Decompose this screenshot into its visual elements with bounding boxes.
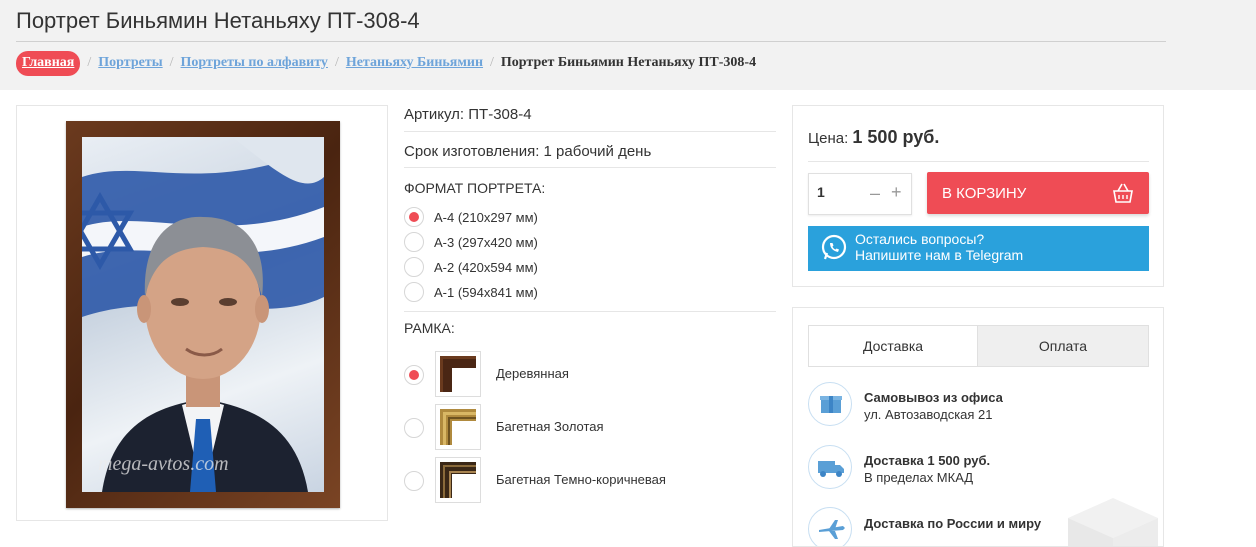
portrait-illustration <box>82 137 324 492</box>
divider <box>404 167 776 168</box>
shipping-box: Доставка Оплата Самовывоз из офиса ул. А… <box>792 307 1164 547</box>
telegram-contact-button[interactable]: Остались вопросы? Напишите нам в Telegra… <box>808 226 1149 271</box>
format-label-a1[interactable]: А-1 (594x841 мм) <box>434 285 538 300</box>
frame-label: РАМКА: <box>404 320 455 336</box>
frame-option-wood[interactable]: Деревянная <box>496 366 569 381</box>
quantity-stepper: – + <box>808 173 912 215</box>
breadcrumb-separator: / <box>334 55 339 70</box>
format-radio-a1[interactable] <box>404 282 424 302</box>
format-radio-a4[interactable] <box>404 207 424 227</box>
frame-radio-dark-brown[interactable] <box>404 471 424 491</box>
divider <box>404 131 776 132</box>
add-to-cart-label: В КОРЗИНУ <box>942 185 1027 202</box>
portrait-frame[interactable]: mega-avtos.com <box>66 121 340 508</box>
frame-option-dark-brown[interactable]: Багетная Темно-коричневая <box>496 472 666 487</box>
article-number: Артикул: ПТ-308-4 <box>404 106 532 123</box>
frame-radio-gold[interactable] <box>404 418 424 438</box>
breadcrumb-current: Портрет Биньямин Нетаньяху ПТ-308-4 <box>500 55 757 70</box>
breadcrumb-link-portraits[interactable]: Портреты <box>98 55 162 71</box>
add-to-cart-button[interactable]: В КОРЗИНУ <box>927 172 1149 214</box>
frame-radio-wood[interactable] <box>404 365 424 385</box>
truck-icon <box>808 445 852 489</box>
title-divider <box>16 41 1166 42</box>
shipping-option-subtitle: В пределах МКАД <box>864 470 974 485</box>
plane-icon <box>808 507 852 546</box>
frame-swatch-wood-image <box>440 356 476 392</box>
shipping-option-title: Самовывоз из офиса <box>864 390 1003 405</box>
format-label-a4[interactable]: А-4 (210x297 мм) <box>434 210 538 225</box>
price-label: Цена: <box>808 130 849 147</box>
breadcrumb-separator: / <box>169 55 174 70</box>
decorative-box-icon <box>1068 498 1158 546</box>
whatsapp-icon <box>821 234 847 260</box>
breadcrumb-separator: / <box>490 55 494 70</box>
format-radio-a3[interactable] <box>404 232 424 252</box>
shipping-option-title: Доставка 1 500 руб. <box>864 453 991 468</box>
shipping-option-title: Доставка по России и миру <box>864 516 1042 531</box>
portrait-photo[interactable]: mega-avtos.com <box>82 137 324 492</box>
plane-icon-glyph <box>819 520 845 539</box>
box-icon-glyph <box>820 396 842 413</box>
shipping-option-subtitle: ул. Автозаводская 21 <box>864 407 993 422</box>
buy-box: Цена: 1 500 руб. – + В КОРЗИНУ Остались … <box>792 105 1164 287</box>
product-image-panel: mega-avtos.com <box>16 105 388 521</box>
quantity-minus-button[interactable]: – <box>870 183 880 204</box>
breadcrumb-separator: / <box>87 55 92 70</box>
frame-swatch-wood[interactable] <box>435 351 481 397</box>
frame-swatch-dark-brown[interactable] <box>435 457 481 503</box>
basket-icon <box>1113 183 1133 203</box>
divider <box>404 311 776 312</box>
box-icon <box>808 382 852 426</box>
breadcrumb-link-alphabet[interactable]: Портреты по алфавиту <box>181 55 328 71</box>
tab-delivery[interactable]: Доставка <box>808 325 978 367</box>
frame-swatch-dark-brown-image <box>440 462 476 498</box>
quantity-input[interactable] <box>817 184 857 200</box>
watermark-text: mega-avtos.com <box>98 453 229 475</box>
format-label: ФОРМАТ ПОРТРЕТА: <box>404 180 546 196</box>
frame-swatch-gold-image <box>440 409 476 445</box>
quantity-plus-button[interactable]: + <box>891 182 902 203</box>
frame-option-gold[interactable]: Багетная Золотая <box>496 419 604 434</box>
price-row: Цена: 1 500 руб. <box>808 127 939 148</box>
format-label-a3[interactable]: А-3 (297x420 мм) <box>434 235 538 250</box>
frame-swatch-gold[interactable] <box>435 404 481 450</box>
tab-payment[interactable]: Оплата <box>978 325 1149 367</box>
telegram-prompt-line1: Остались вопросы? <box>855 231 985 247</box>
breadcrumb: Главная / Портреты / Портреты по алфавит… <box>16 50 756 76</box>
price-value: 1 500 руб. <box>852 127 940 147</box>
breadcrumb-link-netanyahu[interactable]: Нетаньяху Биньямин <box>346 55 483 71</box>
format-label-a2[interactable]: А-2 (420x594 мм) <box>434 260 538 275</box>
truck-icon-glyph <box>818 461 844 477</box>
divider <box>808 161 1149 162</box>
telegram-prompt-line2: Напишите нам в Telegram <box>855 247 1024 263</box>
format-radio-a2[interactable] <box>404 257 424 277</box>
breadcrumb-home-link[interactable]: Главная <box>16 50 81 76</box>
lead-time: Срок изготовления: 1 рабочий день <box>404 143 652 160</box>
page-title: Портрет Биньямин Нетаньяху ПТ-308-4 <box>16 8 420 33</box>
